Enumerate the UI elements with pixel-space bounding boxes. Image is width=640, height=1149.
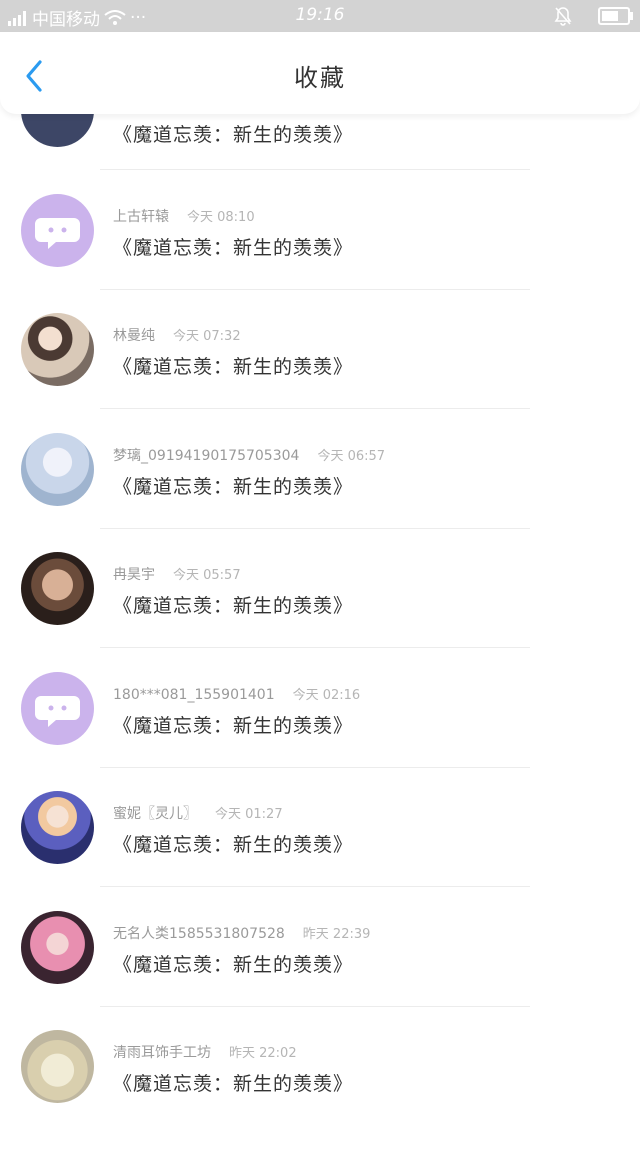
timestamp: 今天 08:10: [187, 210, 255, 225]
avatar[interactable]: [21, 1030, 94, 1103]
list-item-meta: 上古轩辕 今天 08:10: [113, 206, 255, 226]
user-name[interactable]: 蜜妮〖灵儿〗: [113, 806, 197, 822]
list-item-title: 《魔道忘羡：新生的羡羡》: [113, 834, 354, 856]
list-item[interactable]: 蜜妮〖灵儿〗 今天 01:27 《魔道忘羡：新生的羡羡》: [0, 791, 640, 910]
page-title: 收藏: [294, 64, 346, 92]
divider: [100, 767, 530, 768]
list-item[interactable]: 林曼纯 今天 07:32 《魔道忘羡：新生的羡羡》: [0, 313, 640, 432]
chat-bubble-icon: [35, 218, 80, 249]
divider: [100, 647, 530, 648]
user-name[interactable]: 180***081_155901401: [113, 687, 275, 703]
divider: [100, 169, 530, 170]
avatar[interactable]: [21, 433, 94, 506]
user-name[interactable]: 无名人类1585531807528: [113, 926, 285, 942]
list-item-title: 《魔道忘羡：新生的羡羡》: [113, 595, 354, 617]
clock: 19:16: [295, 5, 345, 25]
nav-header: 收藏: [0, 32, 640, 114]
list-item-title: 《魔道忘羡：新生的羡羡》: [113, 356, 354, 378]
list-item-meta: 梦璃_09194190175705304 今天 06:57: [113, 445, 385, 465]
list-item[interactable]: 上古轩辕 今天 08:10 《魔道忘羡：新生的羡羡》: [0, 194, 640, 313]
avatar[interactable]: [21, 791, 94, 864]
list-item-meta: 180***081_155901401 今天 02:16: [113, 684, 360, 703]
list-item-meta: 蜜妮〖灵儿〗 今天 01:27: [113, 803, 283, 823]
divider: [100, 408, 530, 409]
bell-off-icon: [554, 7, 572, 26]
divider: [100, 886, 530, 887]
timestamp: 昨天 22:39: [302, 927, 371, 942]
list-item-title: 《魔道忘羡：新生的羡羡》: [113, 476, 354, 498]
user-name[interactable]: 林曼纯: [113, 328, 155, 344]
timestamp: 今天 02:16: [292, 688, 361, 703]
battery-icon: [598, 7, 633, 25]
list-item-meta: 无名人类1585531807528 昨天 22:39: [113, 923, 370, 943]
divider: [100, 528, 530, 529]
list-item[interactable]: 冉昊宇 今天 05:57 《魔道忘羡：新生的羡羡》: [0, 552, 640, 671]
avatar[interactable]: [21, 911, 94, 984]
status-right: [554, 6, 633, 26]
avatar[interactable]: [21, 313, 94, 386]
list-item[interactable]: 梦璃_09194190175705304 今天 06:57 《魔道忘羡：新生的羡羡…: [0, 433, 640, 552]
avatar[interactable]: [21, 672, 94, 745]
chat-bubble-icon: [35, 696, 80, 727]
user-name[interactable]: 梦璃_09194190175705304: [113, 448, 299, 464]
user-name[interactable]: 冉昊宇: [113, 567, 155, 583]
divider: [100, 1006, 530, 1007]
timestamp: 昨天 22:02: [229, 1046, 297, 1061]
list-item-title: 《魔道忘羡：新生的羡羡》: [113, 715, 354, 737]
list-item-meta: 冉昊宇 今天 05:57: [113, 564, 241, 584]
list-item-title: 《魔道忘羡：新生的羡羡》: [113, 124, 354, 146]
list-item-title: 《魔道忘羡：新生的羡羡》: [113, 237, 354, 259]
list-item[interactable]: 180***081_155901401 今天 02:16 《魔道忘羡：新生的羡羡》: [0, 672, 640, 791]
list-item[interactable]: 无名人类1585531807528 昨天 22:39 《魔道忘羡：新生的羡羡》: [0, 911, 640, 1030]
avatar[interactable]: [21, 194, 94, 267]
divider: [100, 289, 530, 290]
timestamp: 今天 07:32: [173, 329, 241, 344]
status-bar: 中国移动 ··· 19:16: [0, 0, 640, 32]
list-item-title: 《魔道忘羡：新生的羡羡》: [113, 954, 354, 976]
user-name[interactable]: 上古轩辕: [113, 209, 169, 225]
list-item-meta: 林曼纯 今天 07:32: [113, 325, 241, 345]
list-item-meta: 清雨耳饰手工坊 昨天 22:02: [113, 1042, 297, 1062]
timestamp: 今天 06:57: [317, 449, 386, 464]
list-item[interactable]: 清雨耳饰手工坊 昨天 22:02 《魔道忘羡：新生的羡羡》: [0, 1030, 640, 1149]
user-name[interactable]: 清雨耳饰手工坊: [113, 1045, 211, 1061]
list-item-title: 《魔道忘羡：新生的羡羡》: [113, 1073, 354, 1095]
avatar[interactable]: [21, 552, 94, 625]
timestamp: 今天 01:27: [215, 807, 283, 822]
timestamp: 今天 05:57: [173, 568, 241, 583]
